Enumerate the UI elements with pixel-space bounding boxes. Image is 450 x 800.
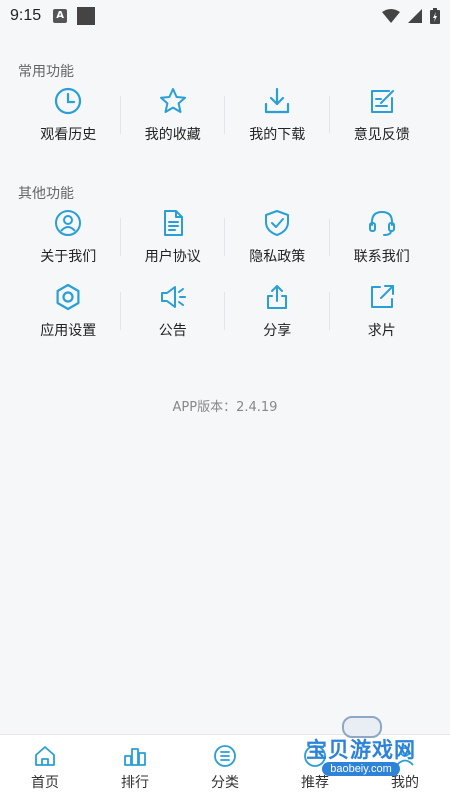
watch-history-button[interactable]: 观看历史	[16, 78, 121, 152]
tab-ranking-label: 排行	[121, 774, 149, 791]
user-agreement-label: 用户协议	[144, 249, 201, 265]
my-favorites-button[interactable]: 我的收藏	[121, 78, 225, 152]
tab-category[interactable]: 分类	[180, 735, 270, 800]
request-film-label: 求片	[367, 323, 396, 339]
share-label: 分享	[263, 323, 292, 339]
notification-a-icon: A	[53, 9, 68, 23]
document-icon	[163, 210, 183, 236]
cellular-icon	[408, 9, 422, 23]
wifi-icon	[382, 9, 400, 23]
my-downloads-button[interactable]: 我的下载	[225, 78, 330, 152]
star-icon	[159, 88, 186, 113]
category-icon	[214, 744, 236, 767]
tab-home-label: 首页	[31, 774, 59, 791]
tab-home[interactable]: 首页	[0, 735, 90, 800]
external-link-icon	[370, 285, 394, 308]
share-button[interactable]: 分享	[225, 274, 330, 348]
gamepad-icon	[342, 716, 382, 738]
notification-square-icon	[77, 7, 96, 25]
watermark-url: baobeiy.com	[322, 762, 400, 776]
battery-icon	[430, 8, 440, 24]
feedback-edit-icon	[370, 90, 394, 113]
shield-check-icon	[265, 210, 290, 236]
feedback-label: 意见反馈	[353, 127, 410, 143]
about-us-button[interactable]: 关于我们	[16, 200, 121, 274]
watermark-logo: 宝贝游戏网 baobeiy.com	[296, 716, 426, 782]
user-icon	[55, 210, 82, 236]
app-settings-label: 应用设置	[40, 323, 97, 339]
other-functions-grid: 关于我们 用户协议 隐私政策 联系我们 应用设置 公告 分享 求片	[16, 200, 434, 348]
status-right	[382, 8, 440, 24]
download-icon	[265, 87, 290, 114]
status-bar: 9:15 A	[0, 0, 450, 32]
watch-history-label: 观看历史	[40, 127, 97, 143]
tab-category-label: 分类	[211, 774, 239, 791]
user-agreement-button[interactable]: 用户协议	[121, 200, 225, 274]
app-version: APP版本：2.4.19	[172, 400, 278, 415]
clock-icon	[55, 87, 82, 115]
contact-us-button[interactable]: 联系我们	[330, 200, 435, 274]
megaphone-icon	[160, 286, 186, 308]
my-downloads-label: 我的下载	[249, 127, 306, 143]
headset-icon	[368, 210, 395, 236]
ranking-icon	[124, 747, 146, 766]
contact-us-label: 联系我们	[353, 249, 410, 265]
about-us-label: 关于我们	[40, 249, 97, 265]
privacy-policy-button[interactable]: 隐私政策	[225, 200, 330, 274]
announcement-label: 公告	[158, 323, 187, 339]
request-film-button[interactable]: 求片	[330, 274, 435, 348]
share-icon	[267, 285, 288, 309]
watermark-text: 宝贝游戏网	[306, 738, 416, 762]
tab-ranking[interactable]: 排行	[90, 735, 180, 800]
common-functions-grid: 观看历史 我的收藏 我的下载 意见反馈	[16, 78, 434, 152]
status-time: 9:15	[10, 7, 42, 24]
privacy-policy-label: 隐私政策	[249, 249, 306, 265]
feedback-button[interactable]: 意见反馈	[330, 78, 435, 152]
hexagon-settings-icon	[56, 283, 80, 311]
app-settings-button[interactable]: 应用设置	[16, 274, 121, 348]
announcement-button[interactable]: 公告	[121, 274, 225, 348]
my-favorites-label: 我的收藏	[144, 127, 201, 143]
home-icon	[35, 745, 55, 766]
